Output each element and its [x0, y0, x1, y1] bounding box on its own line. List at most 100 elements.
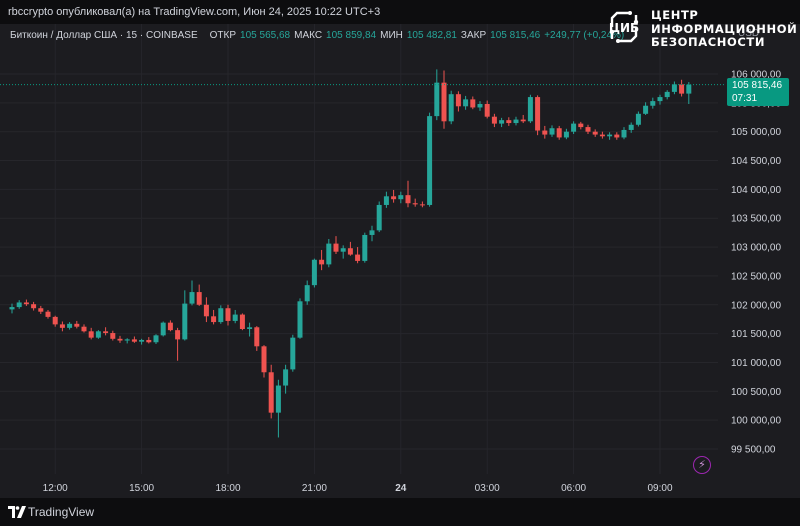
- candle-body: [376, 204, 382, 231]
- candle-body: [103, 331, 109, 334]
- candle: [196, 284, 202, 306]
- candle-body: [74, 323, 80, 327]
- candle: [124, 338, 130, 344]
- candle: [182, 290, 188, 341]
- candle-body: [153, 335, 159, 343]
- candle: [290, 334, 296, 372]
- candle: [45, 309, 51, 319]
- candle-body: [355, 254, 361, 261]
- circuit-emblem-icon: ЦИБ: [609, 11, 639, 43]
- candle-body: [146, 339, 152, 343]
- candle: [239, 313, 245, 331]
- close-label: ЗАКР: [460, 29, 487, 41]
- low-label: МИН: [380, 29, 403, 41]
- candle-body: [311, 259, 317, 286]
- candle-body: [506, 120, 512, 124]
- candle: [383, 191, 389, 208]
- x-tick-label: 12:00: [43, 483, 68, 494]
- candle: [38, 305, 44, 314]
- candle: [607, 132, 613, 140]
- candle: [362, 232, 368, 263]
- candle-body: [657, 97, 663, 102]
- candle-body: [499, 120, 505, 124]
- symbol-legend[interactable]: Биткоин / Доллар США · 15 · COINBASE ОТК…: [10, 28, 624, 42]
- candle: [16, 300, 22, 309]
- candle: [326, 239, 332, 268]
- candle-body: [607, 134, 613, 137]
- candle: [31, 301, 37, 311]
- candle-body: [254, 327, 260, 347]
- candle-body: [9, 307, 15, 310]
- candle: [520, 114, 526, 124]
- candle: [52, 315, 58, 327]
- candle: [463, 95, 469, 110]
- candle-body: [491, 116, 497, 124]
- candle: [355, 247, 361, 264]
- candle-body: [635, 113, 641, 125]
- symbol-name[interactable]: Биткоин / Доллар США · 15 · COINBASE: [10, 30, 198, 41]
- candle: [218, 305, 224, 324]
- candle-body: [31, 304, 37, 309]
- candle-body: [484, 104, 490, 117]
- lightning-bolt-icon[interactable]: ⚡: [693, 456, 711, 474]
- candle: [117, 335, 123, 343]
- y-tick-label: 100 000,00: [731, 416, 781, 427]
- candle: [405, 180, 411, 208]
- candle: [275, 379, 281, 438]
- candle: [88, 327, 94, 340]
- candle: [585, 124, 591, 134]
- candle: [369, 225, 375, 242]
- candle-body: [405, 195, 411, 204]
- candle: [491, 113, 497, 128]
- candle-body: [398, 195, 404, 200]
- candle: [614, 132, 620, 140]
- candle: [254, 326, 260, 351]
- chart-panel[interactable]: 99 500,00 100 000,00 100 500,00 101 000,00 1…: [0, 24, 800, 498]
- y-tick-label: 103 500,00: [731, 214, 781, 225]
- candle-body: [477, 104, 483, 108]
- candle: [621, 127, 627, 140]
- candle-body: [599, 134, 605, 137]
- bottom-bar: TradingView: [0, 498, 800, 526]
- candle: [167, 320, 173, 332]
- y-tick-label: 104 000,00: [731, 185, 781, 196]
- candle: [347, 241, 353, 256]
- candle: [398, 191, 404, 204]
- candle: [391, 189, 397, 203]
- candle-body: [391, 196, 397, 200]
- candle-body: [441, 82, 447, 122]
- candle-body: [448, 94, 454, 122]
- candle-body: [182, 303, 188, 340]
- candle-body: [38, 308, 44, 312]
- candle-body: [542, 130, 548, 135]
- candle: [563, 128, 569, 140]
- candle: [635, 111, 641, 127]
- candle: [311, 258, 317, 288]
- candle-body: [139, 339, 145, 342]
- candle-body: [275, 385, 281, 413]
- candle: [247, 322, 253, 337]
- candle-body: [218, 308, 224, 323]
- candle: [268, 364, 274, 419]
- publisher-line: rbccrypto опубликовал(а) на TradingView.…: [8, 6, 381, 18]
- candle: [139, 338, 145, 345]
- brand-line-2: ИНФОРМАЦИОННОЙ: [651, 21, 798, 36]
- candle: [59, 321, 65, 332]
- tradingview-name[interactable]: TradingView: [28, 505, 94, 519]
- candle-body: [434, 82, 440, 117]
- candle-body: [513, 119, 519, 124]
- candlestick-chart[interactable]: 99 500,00 100 000,00 100 500,00 101 000,00 1…: [0, 24, 800, 498]
- candle-body: [23, 302, 29, 305]
- time-axis: 12:00 15:00 18:00 21:00 24 03:00 06:00 09:00: [43, 483, 673, 494]
- y-tick-label: 104 500,00: [731, 156, 781, 167]
- candle: [556, 125, 562, 140]
- candle-body: [283, 369, 289, 386]
- current-price-tag: 105 815,46 07:31: [727, 78, 789, 106]
- tradingview-logo-icon[interactable]: [8, 506, 26, 518]
- high-value: 105 859,84: [326, 29, 377, 41]
- candle: [175, 327, 181, 361]
- y-tick-label: 101 000,00: [731, 358, 781, 369]
- candle-body: [81, 326, 87, 332]
- candle: [203, 297, 209, 323]
- candle-body: [59, 324, 65, 328]
